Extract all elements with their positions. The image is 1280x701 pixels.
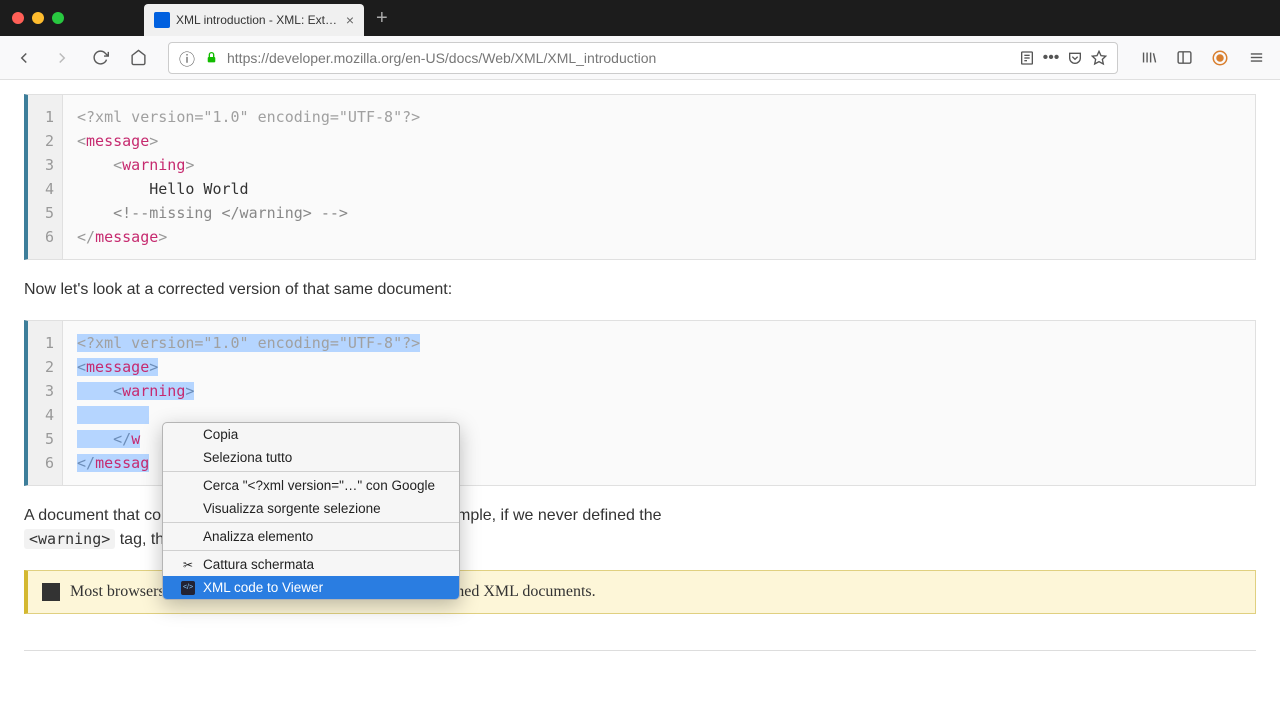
browser-tab[interactable]: XML introduction - XML: Extens × [144, 4, 364, 36]
close-tab-button[interactable]: × [346, 12, 354, 28]
url-bar[interactable]: ⓘ https://developer.mozilla.org/en-US/do… [168, 42, 1118, 74]
url-text: https://developer.mozilla.org/en-US/docs… [227, 50, 1011, 66]
titlebar: XML introduction - XML: Extens × + [0, 0, 1280, 36]
home-button[interactable] [124, 44, 152, 72]
divider [24, 650, 1256, 651]
paragraph: Now let's look at a corrected version of… [24, 278, 1256, 302]
maximize-window-button[interactable] [52, 12, 64, 24]
new-tab-button[interactable]: + [376, 7, 388, 30]
note-icon [42, 583, 60, 601]
ctx-copy[interactable]: Copia [163, 423, 459, 446]
code-block-1: 123456 <?xml version="1.0" encoding="UTF… [24, 94, 1256, 260]
sidebar-icon[interactable] [1170, 44, 1198, 72]
scissors-icon [181, 558, 195, 572]
menu-icon[interactable] [1242, 44, 1270, 72]
reload-button[interactable] [86, 44, 114, 72]
page-actions-icon[interactable]: ••• [1043, 50, 1059, 66]
tab-title: XML introduction - XML: Extens [176, 13, 340, 27]
minimize-window-button[interactable] [32, 12, 44, 24]
ctx-separator [163, 471, 459, 472]
inline-code: <warning> [24, 529, 115, 549]
ctx-separator [163, 550, 459, 551]
ctx-separator [163, 522, 459, 523]
forward-button[interactable] [48, 44, 76, 72]
ctx-inspect[interactable]: Analizza elemento [163, 525, 459, 548]
xml-icon [181, 581, 195, 595]
ctx-view-source[interactable]: Visualizza sorgente selezione [163, 497, 459, 520]
toolbar: ⓘ https://developer.mozilla.org/en-US/do… [0, 36, 1280, 80]
lock-icon [203, 50, 219, 66]
line-gutter: 123456 [28, 95, 63, 259]
context-menu: Copia Seleziona tutto Cerca "<?xml versi… [162, 422, 460, 600]
library-icon[interactable] [1134, 44, 1162, 72]
info-icon[interactable]: ⓘ [179, 50, 195, 66]
favicon-icon [154, 12, 170, 28]
back-button[interactable] [10, 44, 38, 72]
ctx-search-google[interactable]: Cerca "<?xml version="…" con Google [163, 474, 459, 497]
ctx-screenshot[interactable]: Cattura schermata [163, 553, 459, 576]
ctx-select-all[interactable]: Seleziona tutto [163, 446, 459, 469]
pocket-icon[interactable] [1067, 50, 1083, 66]
ctx-xml-viewer[interactable]: XML code to Viewer [163, 576, 459, 599]
reader-mode-icon[interactable] [1019, 50, 1035, 66]
code-content[interactable]: <?xml version="1.0" encoding="UTF-8"?> <… [63, 95, 434, 259]
window-controls [12, 12, 64, 24]
extension-icon[interactable] [1206, 44, 1234, 72]
line-gutter: 123456 [28, 321, 63, 485]
close-window-button[interactable] [12, 12, 24, 24]
bookmark-icon[interactable] [1091, 50, 1107, 66]
